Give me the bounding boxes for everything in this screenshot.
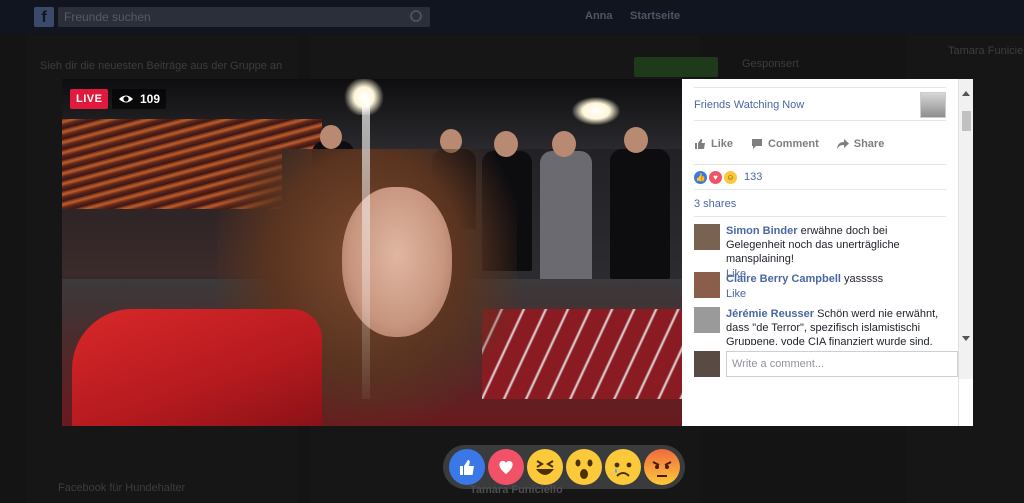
haha-reaction-icon: ☺	[724, 170, 737, 184]
top-bar: f Freunde suchen Anna Startseite	[0, 0, 1024, 34]
reactions-summary[interactable]: 👍 ♥ ☺ 133	[694, 164, 946, 190]
comment-like-link[interactable]: Like	[726, 287, 946, 301]
search-icon[interactable]	[410, 10, 422, 22]
audience-head	[624, 127, 648, 153]
streamer-name[interactable]: Tamara Funiciello	[470, 484, 563, 496]
share-button[interactable]: Share	[836, 135, 885, 153]
comments-sidebar: Friends Watching Now Like Comment Share	[682, 79, 973, 426]
love-reaction-icon: ♥	[709, 170, 722, 184]
divider	[694, 216, 946, 217]
haha-icon[interactable]	[526, 449, 563, 485]
like-reaction-icon: 👍	[694, 170, 707, 184]
audience-person	[540, 151, 592, 281]
comments-scrollbar[interactable]	[958, 79, 973, 426]
comment-label: Comment	[768, 138, 819, 150]
reaction-picker	[443, 445, 685, 489]
nav-home[interactable]: Startseite	[630, 10, 680, 22]
shares-count[interactable]: 3 shares	[694, 198, 736, 210]
current-user-avatar	[694, 351, 720, 377]
commenter-name[interactable]: Claire Berry Campbell	[726, 273, 841, 285]
reaction-count[interactable]: 133	[744, 171, 762, 183]
scrollbar-thumb[interactable]	[962, 111, 971, 131]
streamer-face	[342, 187, 452, 337]
comment-icon	[752, 139, 763, 149]
audience-head	[552, 131, 576, 157]
streamer-shirt	[72, 309, 322, 426]
viewer-count-value: 109	[140, 92, 161, 106]
facebook-logo[interactable]: f	[34, 7, 54, 27]
search-input[interactable]: Freunde suchen	[58, 7, 430, 27]
friends-watching-row[interactable]: Friends Watching Now	[694, 87, 946, 121]
commenter-name[interactable]: Jérémie Reusser	[726, 308, 814, 320]
post-actions: Like Comment Share	[694, 135, 946, 153]
like-button[interactable]: Like	[694, 135, 733, 153]
sad-icon[interactable]	[604, 449, 641, 485]
share-label: Share	[853, 138, 885, 150]
sponsored-label: Gesponsert	[742, 58, 799, 70]
like-icon[interactable]	[448, 449, 485, 485]
friends-watching-title[interactable]: Friends Watching Now	[694, 99, 804, 111]
thumbs-up-icon	[695, 139, 705, 149]
live-video-player[interactable]: LIVE 109	[62, 79, 682, 426]
bottom-text: Facebook für Hundehalter	[58, 482, 186, 494]
comment-text: yasssss	[844, 273, 884, 285]
comment-composer	[694, 349, 958, 379]
viewer-count: 109	[112, 89, 167, 109]
commenter-avatar[interactable]	[694, 224, 720, 250]
light-beam	[362, 99, 370, 399]
friend-avatar[interactable]	[920, 92, 946, 118]
like-label: Like	[711, 138, 734, 150]
commenter-avatar[interactable]	[694, 272, 720, 298]
angry-icon[interactable]	[643, 449, 680, 485]
live-video-modal: LIVE 109 Friends Watching Now Like Comme…	[62, 79, 973, 426]
right-sidebar-name[interactable]: Tamara Funiciello	[948, 45, 1024, 57]
comment-input[interactable]	[726, 351, 958, 377]
commenter-name[interactable]: Simon Binder	[726, 225, 798, 237]
audience-person	[610, 149, 670, 279]
eye-icon	[119, 95, 133, 103]
join-button[interactable]	[634, 57, 718, 77]
comment-button[interactable]: Comment	[751, 135, 819, 153]
scrollbar-end	[959, 379, 973, 426]
live-badge: LIVE	[70, 89, 109, 109]
scroll-down-arrow-icon[interactable]	[962, 336, 970, 341]
nav-profile[interactable]: Anna	[585, 10, 613, 22]
share-icon	[836, 139, 849, 149]
group-banner-text: Sieh dir die neuesten Beiträge aus der G…	[40, 60, 283, 72]
love-icon[interactable]	[487, 449, 524, 485]
commenter-avatar[interactable]	[694, 307, 720, 333]
audience-head	[320, 125, 342, 149]
scroll-up-arrow-icon[interactable]	[962, 91, 970, 96]
wow-icon[interactable]	[565, 449, 602, 485]
studio-light	[572, 97, 620, 125]
